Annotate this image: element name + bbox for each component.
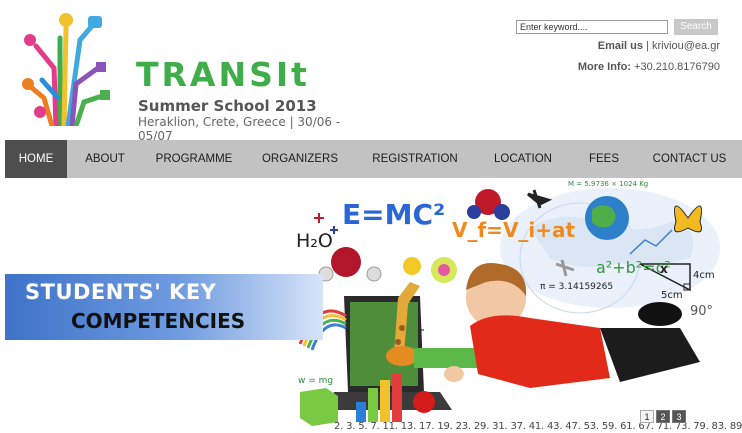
brand-subtitle: Summer School 2013 [138, 97, 317, 115]
email-label: Email us [597, 40, 643, 52]
separator: | [646, 40, 649, 52]
nav-fees[interactable]: FEES [571, 140, 637, 178]
formula-weight: w = mg [298, 376, 334, 386]
triangle-side-b: 5cm [661, 290, 683, 301]
search-button[interactable]: Search [674, 19, 718, 35]
formula-earth-mass: M = 5.9736 × 1024 Kg [568, 180, 649, 188]
contact-email-line: Email us | kriviou@ea.gr [598, 40, 720, 52]
brand-title: TRANSIt [136, 55, 310, 94]
search-input[interactable]: Enter keyword.... [516, 20, 668, 34]
main-nav: HOME ABOUT PROGRAMME ORGANIZERS REGISTRA… [5, 140, 742, 178]
nav-contact-us[interactable]: CONTACT US [637, 140, 742, 178]
phone-number: +30.210.8176790 [634, 61, 720, 73]
slogan-line-2: COMPETENCIES [71, 309, 246, 333]
slogan-line-1: STUDENTS' KEY [25, 280, 217, 304]
nav-organizers[interactable]: ORGANIZERS [245, 140, 355, 178]
triangle-side-a: 4cm [693, 270, 715, 281]
nav-home[interactable]: HOME [5, 140, 67, 178]
nav-programme[interactable]: PROGRAMME [143, 140, 245, 178]
site-logo[interactable]: TRANSIt Summer School 2013 Heraklion, Cr… [14, 8, 354, 143]
formula-emc: E=MC² [342, 198, 446, 231]
hero-banner: E=MC² V_f=V_i+at H₂O M = 5.9736 × 1024 K… [0, 178, 742, 433]
logo-tree-icon [22, 13, 110, 126]
formula-h2o: H₂O [296, 230, 333, 252]
slide-2-button[interactable]: 2 [656, 410, 670, 423]
slide-1-button[interactable]: 1 [640, 410, 654, 423]
more-info-label: More Info: [577, 61, 631, 73]
nav-location[interactable]: LOCATION [475, 140, 571, 178]
slogan-banner: STUDENTS' KEY COMPETENCIES [5, 274, 323, 340]
slide-3-button[interactable]: 3 [672, 410, 686, 423]
formula-velocity: V_f=V_i+at [452, 218, 576, 242]
brand-location-dates: Heraklion, Crete, Greece | 30/06 - 05/07 [138, 115, 341, 143]
email-link[interactable]: kriviou@ea.gr [652, 40, 720, 52]
triangle-unknown: x [660, 262, 668, 276]
slideshow-pager: 1 2 3 [640, 410, 686, 423]
triangle-angle: 90° [690, 304, 714, 319]
nav-registration[interactable]: REGISTRATION [355, 140, 475, 178]
nav-about[interactable]: ABOUT [67, 140, 143, 178]
contact-phone-line: More Info: +30.210.8176790 [578, 61, 720, 73]
formula-pi: π = 3.14159265 [540, 282, 614, 292]
